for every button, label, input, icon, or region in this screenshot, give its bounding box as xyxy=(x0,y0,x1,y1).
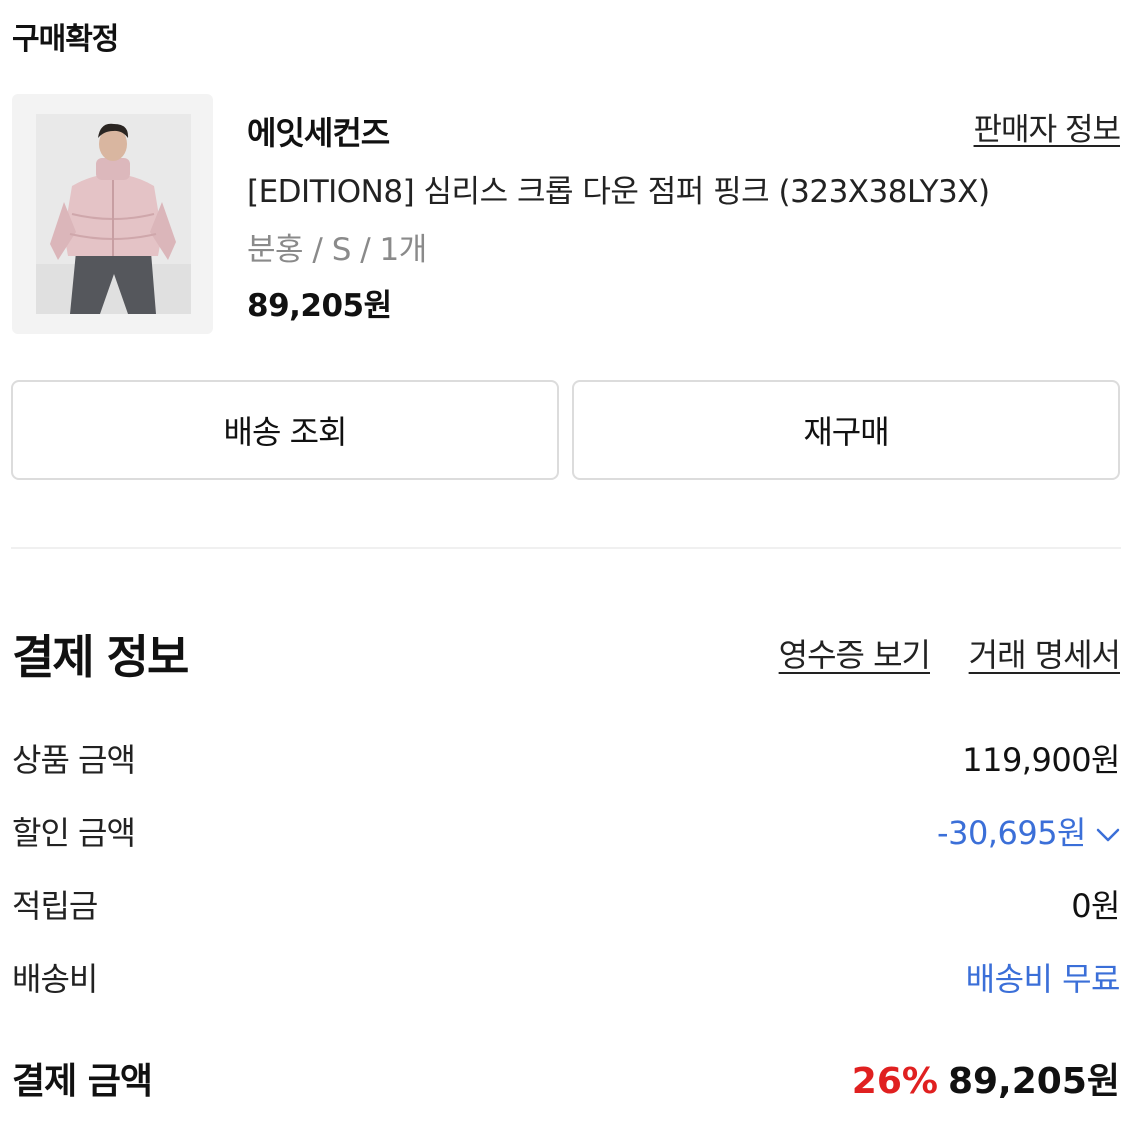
discount-amount-value: -30,695원 xyxy=(937,814,1086,852)
product-name[interactable]: [EDITION8] 심리스 크롭 다운 점퍼 핑크 (323X38LY3X) xyxy=(247,166,990,211)
shipping-fee-value: 배송비 무료 xyxy=(965,960,1121,998)
product-option: 분홍 / S / 1개 xyxy=(247,232,427,268)
seller-info-link[interactable]: 판매자 정보 xyxy=(974,104,1121,149)
discount-amount-toggle[interactable]: -30,695원 xyxy=(937,808,1120,854)
total-payment: 26% 89,205원 xyxy=(852,1052,1120,1104)
order-status-title: 구매확정 xyxy=(12,22,119,57)
shipping-fee-label: 배송비 xyxy=(12,960,98,998)
product-thumbnail[interactable] xyxy=(12,94,213,334)
total-payment-label: 결제 금액 xyxy=(12,1061,153,1102)
product-amount-label: 상품 금액 xyxy=(12,741,136,779)
product-amount-value: 119,900원 xyxy=(962,741,1120,779)
transaction-statement-link[interactable]: 거래 명세서 xyxy=(969,630,1121,676)
chevron-down-icon xyxy=(1096,812,1120,850)
seller-name[interactable]: 에잇세컨즈 xyxy=(247,108,390,154)
track-delivery-button[interactable]: 배송 조회 xyxy=(11,380,559,480)
rebuy-button[interactable]: 재구매 xyxy=(572,380,1120,480)
product-price: 89,205원 xyxy=(247,288,392,324)
discount-rate: 26% xyxy=(851,1061,938,1102)
total-payment-value: 89,205원 xyxy=(947,1061,1120,1102)
points-label: 적립금 xyxy=(12,887,98,925)
discount-amount-label: 할인 금액 xyxy=(12,814,136,852)
section-divider xyxy=(11,547,1121,549)
product-image xyxy=(36,114,191,314)
receipt-link[interactable]: 영수증 보기 xyxy=(779,630,931,676)
points-value: 0원 xyxy=(1071,887,1120,925)
payment-info-title: 결제 정보 xyxy=(12,630,189,684)
